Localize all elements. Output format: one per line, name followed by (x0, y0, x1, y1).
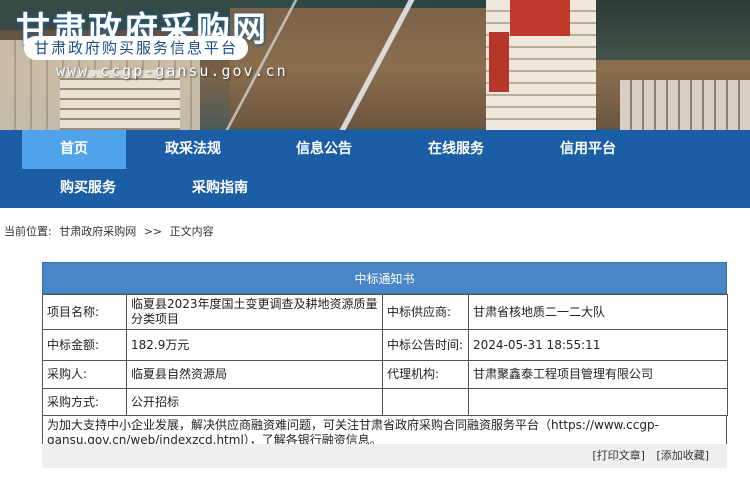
supplier-value: 甘肃省核地质二一二大队 (468, 294, 728, 330)
award-notice: 中标通知书 项目名称: 临夏县2023年度国土变更调查及耕地资源质量分类项目 中… (42, 262, 728, 451)
nav-item-purchase-guide[interactable]: 采购指南 (172, 169, 268, 208)
breadcrumb-home-link[interactable]: 甘肃政府采购网 (59, 225, 136, 238)
nav-item-purchase-service[interactable]: 购买服务 (40, 169, 136, 208)
method-value: 公开招标 (126, 388, 383, 416)
nav-item-announcements[interactable]: 信息公告 (276, 130, 372, 169)
purchaser-value: 临夏县自然资源局 (126, 360, 383, 389)
main-nav: 首页 政采法规 信息公告 在线服务 信用平台 购买服务 采购指南 (0, 130, 750, 208)
bid-amount-label: 中标金额: (42, 329, 127, 361)
notice-title: 中标通知书 (42, 262, 727, 294)
add-favorite-link[interactable]: [添加收藏] (656, 449, 709, 462)
article-actions: [打印文章] [添加收藏] (42, 444, 727, 468)
header-banner: 甘肃政府采购网 甘肃政府购买服务信息平台 www.ccgp-gansu.gov.… (0, 0, 750, 130)
table-row: 中标金额: 182.9万元 中标公告时间: 2024-05-31 18:55:1… (42, 329, 728, 361)
table-row: 项目名称: 临夏县2023年度国土变更调查及耕地资源质量分类项目 中标供应商: … (42, 294, 728, 330)
agency-label: 代理机构: (382, 360, 469, 389)
breadcrumb-current: 正文内容 (169, 225, 214, 238)
project-name-value: 临夏县2023年度国土变更调查及耕地资源质量分类项目 (126, 294, 383, 330)
empty-label-cell (382, 388, 469, 416)
nav-item-home[interactable]: 首页 (22, 130, 126, 169)
nav-item-online-service[interactable]: 在线服务 (408, 130, 504, 169)
bid-amount-value: 182.9万元 (126, 329, 383, 361)
project-name-label: 项目名称: (42, 294, 127, 330)
nav-item-regulations[interactable]: 政采法规 (145, 130, 241, 169)
table-row: 采购方式: 公开招标 (42, 388, 728, 416)
table-row: 采购人: 临夏县自然资源局 代理机构: 甘肃聚鑫泰工程项目管理有限公司 (42, 360, 728, 389)
site-subtitle: 甘肃政府购买服务信息平台 (24, 36, 249, 60)
nav-item-credit-platform[interactable]: 信用平台 (540, 130, 636, 169)
announce-time-label: 中标公告时间: (382, 329, 469, 361)
banner-buildings-right (620, 80, 750, 130)
site-url: www.ccgp-gansu.gov.cn (56, 62, 288, 80)
breadcrumb-prefix: 当前位置: (4, 225, 52, 238)
notice-table: 项目名称: 临夏县2023年度国土变更调查及耕地资源质量分类项目 中标供应商: … (42, 294, 728, 416)
method-label: 采购方式: (42, 388, 127, 416)
breadcrumb-separator: >> (143, 225, 163, 238)
agency-value: 甘肃聚鑫泰工程项目管理有限公司 (468, 360, 728, 389)
announce-time-value: 2024-05-31 18:55:11 (468, 329, 728, 361)
supplier-label: 中标供应商: (382, 294, 469, 330)
banner-tower-sign (489, 32, 509, 92)
banner-tower-roof (510, 0, 570, 36)
print-article-link[interactable]: [打印文章] (592, 449, 645, 462)
empty-value-cell (468, 388, 728, 416)
breadcrumb: 当前位置: 甘肃政府采购网 >> 正文内容 (4, 223, 218, 239)
purchaser-label: 采购人: (42, 360, 127, 389)
